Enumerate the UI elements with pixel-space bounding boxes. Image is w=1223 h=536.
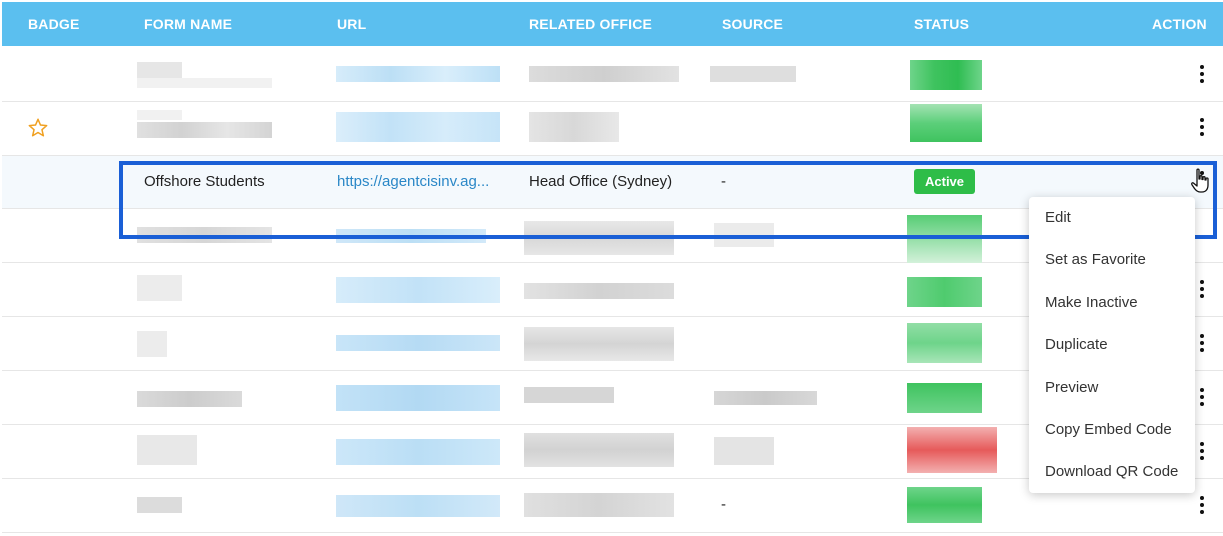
obscured-form-name — [137, 497, 182, 513]
column-header-url[interactable]: URL — [337, 16, 366, 32]
column-header-form-name[interactable]: FORM NAME — [144, 16, 232, 32]
obscured-url — [336, 112, 500, 142]
menu-item-duplicate[interactable]: Duplicate — [1029, 324, 1195, 366]
obscured-status — [907, 427, 997, 473]
kebab-icon[interactable] — [1197, 334, 1207, 352]
obscured-status — [910, 60, 982, 90]
kebab-icon[interactable] — [1197, 118, 1207, 136]
obscured-status — [910, 104, 982, 142]
obscured-source — [710, 66, 796, 82]
kebab-icon[interactable] — [1197, 496, 1207, 514]
obscured-status — [907, 487, 982, 523]
obscured-office — [524, 221, 674, 255]
obscured-form-name — [137, 435, 197, 465]
obscured-source — [714, 437, 774, 465]
kebab-icon[interactable] — [1197, 65, 1207, 83]
obscured-status — [907, 383, 982, 413]
obscured-source — [714, 391, 817, 405]
obscured-url — [336, 229, 486, 243]
obscured-form-name — [137, 110, 182, 120]
kebab-icon[interactable] — [1197, 442, 1207, 460]
table-row[interactable] — [2, 47, 1223, 102]
related-office: Head Office (Sydney) — [529, 173, 673, 190]
menu-item-download-qr-code[interactable]: Download QR Code — [1029, 451, 1195, 493]
column-header-related-office[interactable]: RELATED OFFICE — [529, 16, 652, 32]
obscured-office — [524, 327, 674, 361]
obscured-url — [336, 335, 500, 351]
star-icon[interactable] — [28, 118, 48, 137]
obscured-form-name — [137, 227, 272, 243]
obscured-office — [529, 112, 619, 142]
obscured-url — [336, 385, 500, 411]
obscured-url — [336, 277, 500, 303]
form-name: Offshore Students — [144, 173, 265, 190]
column-header-badge[interactable]: BADGE — [28, 16, 80, 32]
column-header-action: ACTION — [1152, 16, 1207, 32]
obscured-form-name — [137, 78, 272, 88]
obscured-status — [907, 277, 982, 307]
obscured-form-name — [137, 275, 182, 301]
obscured-office — [524, 433, 674, 467]
obscured-source — [714, 223, 774, 247]
menu-item-copy-embed-code[interactable]: Copy Embed Code — [1029, 409, 1195, 451]
obscured-url — [336, 495, 500, 517]
obscured-status — [907, 323, 982, 363]
column-header-status[interactable]: STATUS — [914, 16, 969, 32]
obscured-office — [524, 387, 614, 403]
status-badge: Active — [914, 169, 976, 194]
menu-item-edit[interactable]: Edit — [1029, 197, 1195, 239]
table-row[interactable] — [2, 102, 1223, 156]
source: - — [721, 173, 726, 190]
obscured-url — [336, 439, 500, 465]
column-header-source[interactable]: SOURCE — [722, 16, 783, 32]
obscured-office — [524, 283, 674, 299]
menu-item-preview[interactable]: Preview — [1029, 367, 1195, 409]
obscured-office — [529, 66, 679, 82]
obscured-url — [336, 66, 500, 82]
menu-item-make-inactive[interactable]: Make Inactive — [1029, 282, 1195, 324]
obscured-form-name — [137, 122, 272, 138]
obscured-form-name — [137, 62, 182, 78]
source: - — [721, 496, 726, 513]
hand-pointer-icon — [1191, 168, 1209, 193]
kebab-icon[interactable] — [1197, 388, 1207, 406]
obscured-office — [524, 493, 674, 517]
action-dropdown-menu: Edit Set as Favorite Make Inactive Dupli… — [1029, 197, 1195, 493]
table-header: BADGE FORM NAME URL RELATED OFFICE SOURC… — [2, 2, 1223, 46]
obscured-form-name — [137, 331, 167, 357]
obscured-form-name — [137, 391, 242, 407]
obscured-status — [907, 215, 982, 263]
kebab-icon[interactable] — [1197, 280, 1207, 298]
menu-item-set-favorite[interactable]: Set as Favorite — [1029, 239, 1195, 281]
form-url-link[interactable]: https://agentcisinv.ag... — [337, 173, 489, 190]
